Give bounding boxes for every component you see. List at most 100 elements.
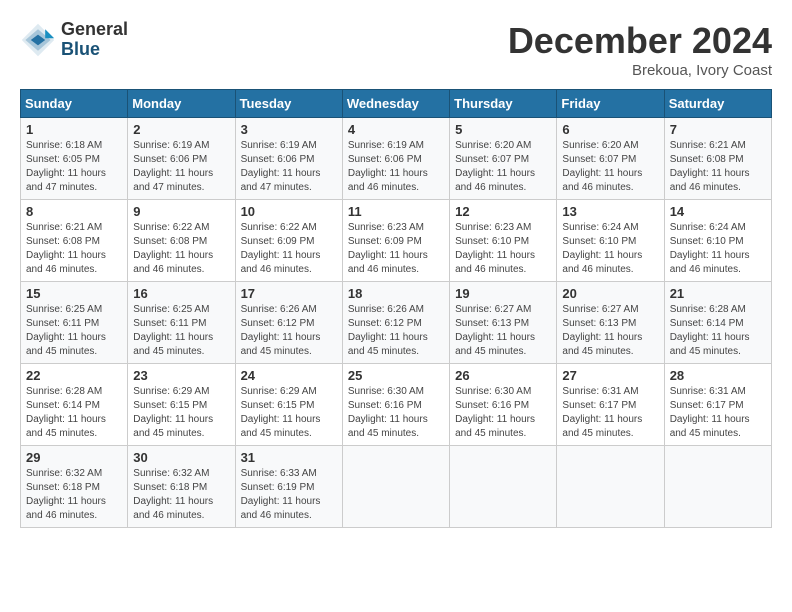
day-number: 20 [562, 286, 658, 301]
calendar-cell: 29 Sunrise: 6:32 AM Sunset: 6:18 PM Dayli… [21, 446, 128, 528]
location-subtitle: Brekoua, Ivory Coast [508, 62, 772, 79]
calendar-table: SundayMondayTuesdayWednesdayThursdayFrid… [20, 89, 772, 528]
day-number: 23 [133, 368, 229, 383]
calendar-cell [664, 446, 771, 528]
day-info: Sunrise: 6:21 AM Sunset: 6:08 PM Dayligh… [670, 139, 766, 195]
logo-text: General Blue [61, 20, 128, 60]
day-number: 5 [455, 122, 551, 137]
calendar-cell: 16 Sunrise: 6:25 AM Sunset: 6:11 PM Dayli… [128, 282, 235, 364]
day-info: Sunrise: 6:25 AM Sunset: 6:11 PM Dayligh… [133, 303, 229, 359]
calendar-cell: 1Sunrise: 6:18 AM Sunset: 6:05 PM Daylig… [21, 118, 128, 200]
day-number: 24 [241, 368, 337, 383]
day-info: Sunrise: 6:26 AM Sunset: 6:12 PM Dayligh… [241, 303, 337, 359]
calendar-week-row: 15Sunrise: 6:25 AM Sunset: 6:11 PM Dayli… [21, 282, 772, 364]
calendar-cell: 31 Sunrise: 6:33 AM Sunset: 6:19 PM Dayli… [235, 446, 342, 528]
calendar-cell: 13 Sunrise: 6:24 AM Sunset: 6:10 PM Dayli… [557, 200, 664, 282]
day-info: Sunrise: 6:27 AM Sunset: 6:13 PM Dayligh… [562, 303, 658, 359]
day-info: Sunrise: 6:21 AM Sunset: 6:08 PM Dayligh… [26, 221, 122, 277]
day-number: 30 [133, 450, 229, 465]
calendar-cell: 20 Sunrise: 6:27 AM Sunset: 6:13 PM Dayli… [557, 282, 664, 364]
weekday-header-monday: Monday [128, 90, 235, 118]
day-info: Sunrise: 6:23 AM Sunset: 6:09 PM Dayligh… [348, 221, 444, 277]
calendar-cell: 22Sunrise: 6:28 AM Sunset: 6:14 PM Dayli… [21, 364, 128, 446]
day-number: 14 [670, 204, 766, 219]
calendar-cell: 17 Sunrise: 6:26 AM Sunset: 6:12 PM Dayli… [235, 282, 342, 364]
day-info: Sunrise: 6:22 AM Sunset: 6:08 PM Dayligh… [133, 221, 229, 277]
weekday-header-wednesday: Wednesday [342, 90, 449, 118]
day-info: Sunrise: 6:29 AM Sunset: 6:15 PM Dayligh… [241, 385, 337, 441]
day-info: Sunrise: 6:33 AM Sunset: 6:19 PM Dayligh… [241, 467, 337, 523]
weekday-header-row: SundayMondayTuesdayWednesdayThursdayFrid… [21, 90, 772, 118]
day-number: 21 [670, 286, 766, 301]
calendar-cell: 25 Sunrise: 6:30 AM Sunset: 6:16 PM Dayli… [342, 364, 449, 446]
calendar-cell: 9 Sunrise: 6:22 AM Sunset: 6:08 PM Daylig… [128, 200, 235, 282]
calendar-cell: 5Sunrise: 6:20 AM Sunset: 6:07 PM Daylig… [450, 118, 557, 200]
title-block: December 2024 Brekoua, Ivory Coast [508, 20, 772, 79]
day-number: 8 [26, 204, 122, 219]
day-number: 18 [348, 286, 444, 301]
logo-icon [20, 22, 56, 58]
weekday-header-thursday: Thursday [450, 90, 557, 118]
day-number: 4 [348, 122, 444, 137]
calendar-cell: 4 Sunrise: 6:19 AM Sunset: 6:06 PM Daylig… [342, 118, 449, 200]
day-number: 7 [670, 122, 766, 137]
day-number: 25 [348, 368, 444, 383]
calendar-cell [557, 446, 664, 528]
calendar-cell [342, 446, 449, 528]
day-info: Sunrise: 6:23 AM Sunset: 6:10 PM Dayligh… [455, 221, 551, 277]
day-number: 31 [241, 450, 337, 465]
day-info: Sunrise: 6:32 AM Sunset: 6:18 PM Dayligh… [133, 467, 229, 523]
calendar-week-row: 8 Sunrise: 6:21 AM Sunset: 6:08 PM Daylig… [21, 200, 772, 282]
day-number: 26 [455, 368, 551, 383]
day-number: 29 [26, 450, 122, 465]
calendar-cell: 6Sunrise: 6:20 AM Sunset: 6:07 PM Daylig… [557, 118, 664, 200]
calendar-cell: 19Sunrise: 6:27 AM Sunset: 6:13 PM Dayli… [450, 282, 557, 364]
month-title: December 2024 [508, 20, 772, 62]
calendar-cell: 8 Sunrise: 6:21 AM Sunset: 6:08 PM Daylig… [21, 200, 128, 282]
calendar-week-row: 1Sunrise: 6:18 AM Sunset: 6:05 PM Daylig… [21, 118, 772, 200]
day-number: 12 [455, 204, 551, 219]
calendar-cell: 18 Sunrise: 6:26 AM Sunset: 6:12 PM Dayli… [342, 282, 449, 364]
calendar-cell: 27 Sunrise: 6:31 AM Sunset: 6:17 PM Dayli… [557, 364, 664, 446]
day-info: Sunrise: 6:31 AM Sunset: 6:17 PM Dayligh… [562, 385, 658, 441]
day-info: Sunrise: 6:30 AM Sunset: 6:16 PM Dayligh… [348, 385, 444, 441]
logo-blue-text: Blue [61, 40, 128, 60]
calendar-cell: 7 Sunrise: 6:21 AM Sunset: 6:08 PM Daylig… [664, 118, 771, 200]
day-info: Sunrise: 6:24 AM Sunset: 6:10 PM Dayligh… [670, 221, 766, 277]
calendar-cell: 21 Sunrise: 6:28 AM Sunset: 6:14 PM Dayli… [664, 282, 771, 364]
day-number: 9 [133, 204, 229, 219]
day-number: 3 [241, 122, 337, 137]
day-number: 17 [241, 286, 337, 301]
day-number: 22 [26, 368, 122, 383]
day-info: Sunrise: 6:28 AM Sunset: 6:14 PM Dayligh… [670, 303, 766, 359]
logo: General Blue [20, 20, 128, 60]
day-info: Sunrise: 6:31 AM Sunset: 6:17 PM Dayligh… [670, 385, 766, 441]
calendar-week-row: 29 Sunrise: 6:32 AM Sunset: 6:18 PM Dayli… [21, 446, 772, 528]
day-info: Sunrise: 6:19 AM Sunset: 6:06 PM Dayligh… [348, 139, 444, 195]
calendar-cell: 24 Sunrise: 6:29 AM Sunset: 6:15 PM Dayli… [235, 364, 342, 446]
day-number: 10 [241, 204, 337, 219]
calendar-cell: 12 Sunrise: 6:23 AM Sunset: 6:10 PM Dayli… [450, 200, 557, 282]
day-number: 13 [562, 204, 658, 219]
day-number: 28 [670, 368, 766, 383]
day-info: Sunrise: 6:29 AM Sunset: 6:15 PM Dayligh… [133, 385, 229, 441]
day-info: Sunrise: 6:25 AM Sunset: 6:11 PM Dayligh… [26, 303, 122, 359]
page-header: General Blue December 2024 Brekoua, Ivor… [20, 20, 772, 79]
day-info: Sunrise: 6:19 AM Sunset: 6:06 PM Dayligh… [241, 139, 337, 195]
day-number: 11 [348, 204, 444, 219]
day-number: 27 [562, 368, 658, 383]
day-number: 16 [133, 286, 229, 301]
calendar-cell: 2Sunrise: 6:19 AM Sunset: 6:06 PM Daylig… [128, 118, 235, 200]
day-info: Sunrise: 6:30 AM Sunset: 6:16 PM Dayligh… [455, 385, 551, 441]
calendar-cell: 3 Sunrise: 6:19 AM Sunset: 6:06 PM Daylig… [235, 118, 342, 200]
weekday-header-friday: Friday [557, 90, 664, 118]
day-number: 19 [455, 286, 551, 301]
day-info: Sunrise: 6:24 AM Sunset: 6:10 PM Dayligh… [562, 221, 658, 277]
day-info: Sunrise: 6:32 AM Sunset: 6:18 PM Dayligh… [26, 467, 122, 523]
calendar-week-row: 22Sunrise: 6:28 AM Sunset: 6:14 PM Dayli… [21, 364, 772, 446]
day-info: Sunrise: 6:26 AM Sunset: 6:12 PM Dayligh… [348, 303, 444, 359]
calendar-cell: 10 Sunrise: 6:22 AM Sunset: 6:09 PM Dayli… [235, 200, 342, 282]
calendar-cell: 15Sunrise: 6:25 AM Sunset: 6:11 PM Dayli… [21, 282, 128, 364]
day-info: Sunrise: 6:22 AM Sunset: 6:09 PM Dayligh… [241, 221, 337, 277]
day-info: Sunrise: 6:19 AM Sunset: 6:06 PM Dayligh… [133, 139, 229, 195]
